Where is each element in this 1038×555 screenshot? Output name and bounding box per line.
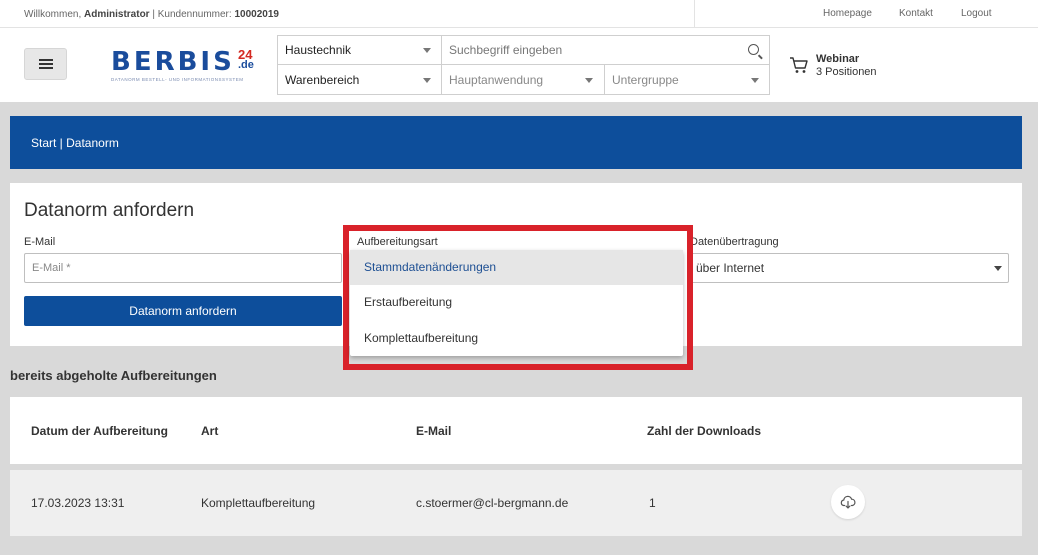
warenbereich-select[interactable]: Warenbereich <box>278 65 442 95</box>
cell-downloads: 1 <box>649 496 656 510</box>
column-email: E-Mail <box>416 424 452 438</box>
chevron-down-icon <box>423 48 431 53</box>
logo-word: BERBIS <box>111 47 235 77</box>
logo[interactable]: BERBIS 24 .de DATANORM BESTELL- UND INFO… <box>111 47 261 83</box>
transfer-label: Datenübertragung <box>690 236 779 248</box>
cell-date: 17.03.2023 13:31 <box>31 496 125 510</box>
chevron-down-icon <box>994 266 1002 271</box>
chevron-down-icon <box>423 78 431 83</box>
cloud-download-icon <box>840 495 856 509</box>
contact-link[interactable]: Kontakt <box>899 0 949 28</box>
category-select[interactable]: Haustechnik <box>278 36 442 65</box>
cart-count: 3 Positionen <box>816 66 877 78</box>
option-komplettaufbereitung[interactable]: Komplettaufbereitung <box>350 321 683 356</box>
email-placeholder: E-Mail * <box>32 262 71 274</box>
page-title: Datanorm anfordern <box>24 200 195 221</box>
option-erstaufbereitung[interactable]: Erstaufbereitung <box>350 285 683 320</box>
table-header: Datum der Aufbereitung Art E-Mail Zahl d… <box>10 397 1022 464</box>
chevron-down-icon <box>585 78 593 83</box>
search-input[interactable]: Suchbegriff eingeben <box>442 36 769 65</box>
homepage-link[interactable]: Homepage <box>823 0 883 28</box>
user-name: Administrator <box>84 9 150 20</box>
header: BERBIS 24 .de DATANORM BESTELL- UND INFO… <box>0 28 1038 102</box>
download-button[interactable] <box>831 485 865 519</box>
logo-domain: .de <box>238 59 254 71</box>
email-field[interactable]: E-Mail * <box>24 253 342 283</box>
welcome-text: Willkommen, Administrator | Kundennummer… <box>24 9 279 20</box>
table-row: 17.03.2023 13:31 Komplettaufbereitung c.… <box>10 470 1022 536</box>
untergruppe-select[interactable]: Untergruppe <box>605 65 769 95</box>
search-placeholder: Suchbegriff eingeben <box>449 43 563 57</box>
chevron-down-icon <box>751 78 759 83</box>
cell-email: c.stoermer@cl-bergmann.de <box>416 496 569 510</box>
breadcrumb-banner: Start | Datanorm <box>10 116 1022 169</box>
warenbereich-select-value: Warenbereich <box>285 73 360 87</box>
column-downloads: Zahl der Downloads <box>647 424 762 438</box>
hauptanwendung-select-value: Hauptanwendung <box>449 73 544 87</box>
welcome-prefix: Willkommen, <box>24 9 82 20</box>
cart[interactable]: Webinar 3 Positionen <box>789 52 899 80</box>
option-stammdatenaenderungen[interactable]: Stammdatenänderungen <box>350 250 683 285</box>
cart-title: Webinar <box>816 53 860 65</box>
customer-number: 10002019 <box>234 9 279 20</box>
request-datanorm-button[interactable]: Datanorm anfordern <box>24 296 342 326</box>
email-label: E-Mail <box>24 236 56 248</box>
search-box: Haustechnik Suchbegriff eingeben Warenbe… <box>277 35 770 95</box>
breadcrumb[interactable]: Start | Datanorm <box>31 136 119 150</box>
logo-tagline: DATANORM BESTELL- UND INFORMATIONSSYSTEM <box>111 77 244 82</box>
cell-type: Komplettaufbereitung <box>201 496 316 510</box>
logout-link[interactable]: Logout <box>961 0 1011 28</box>
category-select-value: Haustechnik <box>285 43 352 57</box>
menu-button[interactable] <box>24 48 67 80</box>
column-type: Art <box>201 424 219 438</box>
column-date: Datum der Aufbereitung <box>31 424 168 438</box>
transfer-select-value: über Internet <box>696 261 765 275</box>
hauptanwendung-select[interactable]: Hauptanwendung <box>442 65 605 95</box>
customer-label: | Kundennummer: <box>152 9 232 20</box>
hamburger-icon <box>38 59 53 69</box>
topbar-divider <box>694 0 695 28</box>
transfer-select[interactable]: über Internet <box>687 253 1009 283</box>
cart-icon <box>790 57 808 73</box>
type-dropdown-menu: Stammdatenänderungen Erstaufbereitung Ko… <box>350 250 683 356</box>
top-bar: Willkommen, Administrator | Kundennummer… <box>0 0 1038 28</box>
history-title: bereits abgeholte Aufbereitungen <box>10 368 217 383</box>
search-icon[interactable] <box>748 44 759 55</box>
untergruppe-select-value: Untergruppe <box>612 73 679 87</box>
